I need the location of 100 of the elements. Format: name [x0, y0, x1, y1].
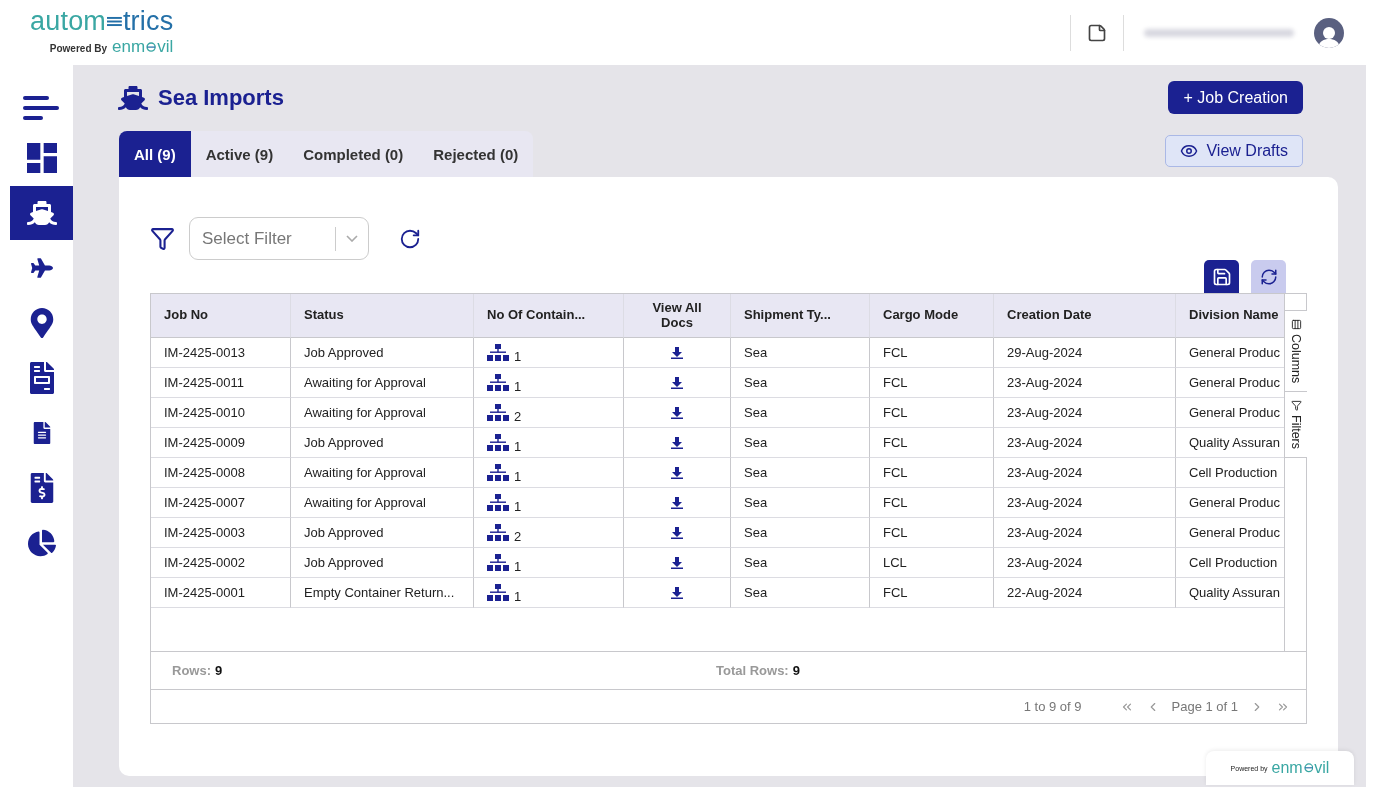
- brand-logo: enm vil: [112, 37, 174, 57]
- total-rows-count: 9: [792, 663, 800, 678]
- container-count: 2: [514, 529, 522, 544]
- sidebar-item[interactable]: [10, 186, 73, 240]
- hierarchy-icon: [487, 404, 509, 421]
- download-icon: [671, 376, 683, 389]
- table-cell: 23-Aug-2024: [994, 428, 1176, 458]
- table-cell: IM-2425-0013: [151, 338, 291, 368]
- download-button[interactable]: [671, 436, 683, 449]
- table-cell: 23-Aug-2024: [994, 458, 1176, 488]
- table-cell: LCL: [870, 548, 994, 578]
- container-count: 1: [514, 439, 522, 454]
- filter-icon: [1290, 400, 1302, 412]
- download-button[interactable]: [671, 526, 683, 539]
- table-cell: Sea: [731, 428, 870, 458]
- menu-icon: [23, 94, 59, 122]
- view-drafts-button[interactable]: View Drafts: [1165, 135, 1303, 167]
- hierarchy-icon: [487, 584, 509, 601]
- eye-icon: [1180, 142, 1199, 160]
- table-cell: IM-2425-0007: [151, 488, 291, 518]
- select-filter-field[interactable]: Select Filter: [189, 217, 369, 260]
- table-cell: Quality Assuran: [1176, 578, 1284, 608]
- save-button[interactable]: [1204, 260, 1239, 293]
- table-cell: IM-2425-0008: [151, 458, 291, 488]
- download-button[interactable]: [671, 466, 683, 479]
- container-count: 1: [514, 589, 522, 604]
- page-title: Sea Imports: [158, 84, 284, 111]
- table-cell: IM-2425-0011: [151, 368, 291, 398]
- download-icon: [671, 586, 683, 599]
- app-logo: autom trics: [30, 8, 174, 35]
- table-cell: General Produc: [1176, 488, 1284, 518]
- plane-icon: [30, 257, 53, 279]
- side-panel-tab[interactable]: Columns: [1285, 310, 1307, 393]
- column-header[interactable]: Shipment Ty...: [731, 294, 870, 338]
- side-panel-tab[interactable]: Filters: [1285, 391, 1307, 459]
- tab[interactable]: All (9): [119, 131, 191, 177]
- container-count: 1: [514, 499, 522, 514]
- table-cell: Job Approved: [291, 518, 474, 548]
- download-button[interactable]: [671, 496, 683, 509]
- column-header[interactable]: Status: [291, 294, 474, 338]
- table-cell: 29-Aug-2024: [994, 338, 1176, 368]
- table-cell: Awaiting for Approval: [291, 368, 474, 398]
- avatar-icon[interactable]: [1314, 17, 1344, 48]
- table-cell: IM-2425-0002: [151, 548, 291, 578]
- reset-button[interactable]: [1251, 260, 1286, 293]
- table-cell: FCL: [870, 578, 994, 608]
- table-cell: 23-Aug-2024: [994, 368, 1176, 398]
- download-button[interactable]: [671, 556, 683, 569]
- container-count: 1: [514, 349, 522, 364]
- table-cell: Job Approved: [291, 338, 474, 368]
- table-cell: General Produc: [1176, 518, 1284, 548]
- download-button[interactable]: [671, 586, 683, 599]
- table-cell: Cell Production: [1176, 548, 1284, 578]
- container-count: 1: [514, 559, 522, 574]
- download-button[interactable]: [671, 346, 683, 359]
- container-count: 2: [514, 409, 522, 424]
- table-cell: FCL: [870, 488, 994, 518]
- tab[interactable]: Rejected (0): [418, 131, 534, 177]
- table-cell: Job Approved: [291, 428, 474, 458]
- download-icon: [671, 346, 683, 359]
- save-icon: [1211, 266, 1232, 287]
- column-header[interactable]: View All Docs: [624, 294, 731, 338]
- rows-count: 9: [215, 663, 223, 678]
- download-icon: [671, 436, 683, 449]
- table-cell: Sea: [731, 458, 870, 488]
- column-header[interactable]: Division Name: [1176, 294, 1284, 338]
- table-cell: FCL: [870, 458, 994, 488]
- rows-label: Rows:: [172, 663, 211, 678]
- table-cell: FCL: [870, 518, 994, 548]
- hierarchy-icon: [487, 524, 509, 541]
- table-cell: FCL: [870, 398, 994, 428]
- table-cell: FCL: [870, 368, 994, 398]
- column-header[interactable]: Cargo Mode: [870, 294, 994, 338]
- tab[interactable]: Completed (0): [288, 131, 419, 177]
- tab[interactable]: Active (9): [190, 131, 289, 177]
- download-icon: [671, 556, 683, 569]
- job-creation-button[interactable]: + Job Creation: [1168, 81, 1303, 114]
- table-cell: Sea: [731, 398, 870, 428]
- table-cell: IM-2425-0009: [151, 428, 291, 458]
- ship-icon: [26, 198, 57, 228]
- table-cell: 23-Aug-2024: [994, 398, 1176, 428]
- report-chart-icon: [27, 529, 56, 557]
- column-header[interactable]: Creation Date: [994, 294, 1176, 338]
- table-cell: Cell Production: [1176, 458, 1284, 488]
- table-cell: Sea: [731, 548, 870, 578]
- column-header[interactable]: No Of Contain...: [474, 294, 624, 338]
- chevron-down-icon: [346, 235, 358, 242]
- table-cell: Awaiting for Approval: [291, 488, 474, 518]
- table-cell: IM-2425-0010: [151, 398, 291, 428]
- table-cell: IM-2425-0003: [151, 518, 291, 548]
- table-cell: 23-Aug-2024: [994, 488, 1176, 518]
- hierarchy-icon: [487, 374, 509, 391]
- hierarchy-icon: [487, 344, 509, 361]
- download-button[interactable]: [671, 406, 683, 419]
- table-cell: Sea: [731, 338, 870, 368]
- refresh-button[interactable]: [399, 227, 421, 250]
- download-icon: [671, 526, 683, 539]
- table-cell: FCL: [870, 428, 994, 458]
- column-header[interactable]: Job No: [151, 294, 291, 338]
- download-button[interactable]: [671, 376, 683, 389]
